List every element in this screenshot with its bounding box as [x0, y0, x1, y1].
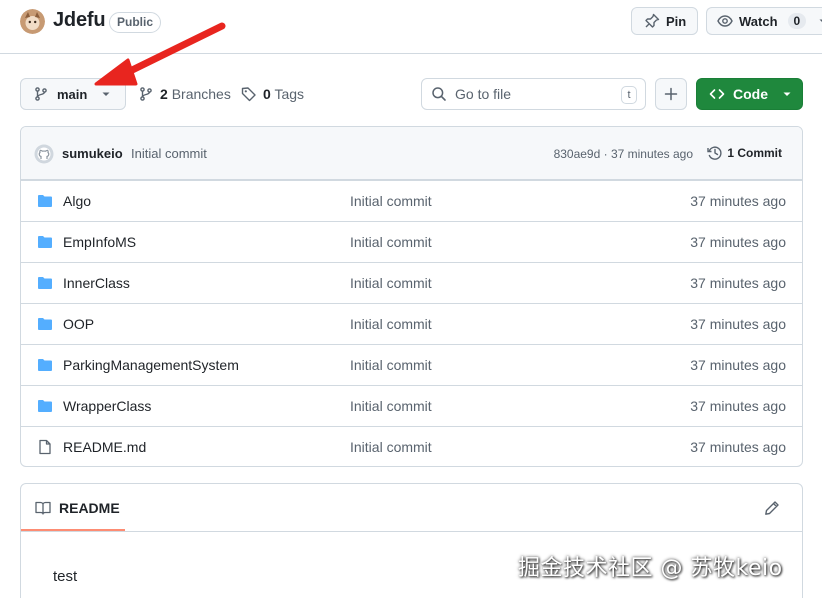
- file-commit-date: 37 minutes ago: [690, 234, 786, 250]
- eye-icon: [717, 13, 733, 29]
- tags-count: 0: [263, 86, 271, 102]
- tags-label: Tags: [274, 86, 305, 102]
- folder-icon: [37, 234, 53, 250]
- history-icon: [707, 145, 723, 161]
- branch-selector[interactable]: main: [20, 78, 126, 110]
- file-commit-message[interactable]: Initial commit: [350, 439, 432, 455]
- commit-count-label: 1 Commit: [727, 146, 782, 160]
- file-commit-date: 37 minutes ago: [690, 439, 786, 455]
- pin-icon: [644, 13, 660, 29]
- folder-icon: [37, 357, 53, 373]
- file-commit-message[interactable]: Initial commit: [350, 398, 432, 414]
- pin-label: Pin: [666, 13, 687, 29]
- file-name[interactable]: README.md: [63, 439, 146, 455]
- latest-commit-bar: sumukeio Initial commit 830ae9d · 37 min…: [21, 127, 802, 180]
- file-name[interactable]: InnerClass: [63, 275, 130, 291]
- commit-author-avatar[interactable]: [34, 144, 54, 164]
- file-row[interactable]: InnerClass Initial commit 37 minutes ago: [21, 262, 802, 303]
- folder-icon: [37, 193, 53, 209]
- owner-avatar[interactable]: [20, 9, 45, 34]
- git-branch-icon: [33, 86, 49, 102]
- header-divider: [0, 53, 822, 54]
- file-row[interactable]: README.md Initial commit 37 minutes ago: [21, 426, 802, 466]
- add-file-button[interactable]: [655, 78, 687, 110]
- file-commit-date: 37 minutes ago: [690, 193, 786, 209]
- file-row[interactable]: ParkingManagementSystem Initial commit 37 …: [21, 344, 802, 385]
- keyboard-shortcut-hint: t: [621, 86, 637, 104]
- watermark-text: 掘金技术社区 @ 苏牧keio: [518, 556, 783, 581]
- folder-icon: [37, 275, 53, 291]
- code-icon: [709, 86, 725, 102]
- commit-hash-and-time[interactable]: 830ae9d · 37 minutes ago: [554, 147, 693, 161]
- commit-author[interactable]: sumukeio: [62, 146, 123, 161]
- git-branch-icon: [138, 86, 154, 102]
- readme-divider: [21, 531, 802, 532]
- file-icon: [37, 439, 53, 455]
- file-name[interactable]: EmpInfoMS: [63, 234, 136, 250]
- tags-link[interactable]: 0 Tags: [241, 86, 304, 102]
- chevron-down-icon: [101, 89, 111, 99]
- watch-count: 0: [787, 13, 807, 29]
- file-row[interactable]: Algo Initial commit 37 minutes ago: [21, 180, 802, 221]
- file-commit-date: 37 minutes ago: [690, 275, 786, 291]
- file-name[interactable]: Algo: [63, 193, 91, 209]
- file-commit-date: 37 minutes ago: [690, 316, 786, 332]
- commit-message[interactable]: Initial commit: [131, 146, 207, 161]
- branch-name: main: [57, 86, 88, 102]
- file-commit-message[interactable]: Initial commit: [350, 316, 432, 332]
- readme-tab-label: README: [59, 500, 120, 516]
- pencil-icon[interactable]: [764, 500, 780, 516]
- visibility-badge: Public: [109, 12, 162, 33]
- file-commit-message[interactable]: Initial commit: [350, 234, 432, 250]
- folder-icon: [37, 316, 53, 332]
- chevron-down-icon[interactable]: [818, 16, 822, 26]
- branches-label: Branches: [171, 86, 231, 102]
- book-icon: [35, 500, 51, 516]
- go-to-file-input[interactable]: Go to file t: [421, 78, 646, 110]
- file-name[interactable]: OOP: [63, 316, 94, 332]
- file-row[interactable]: WrapperClass Initial commit 37 minutes ago: [21, 385, 802, 426]
- watch-label: Watch: [739, 13, 778, 29]
- code-button[interactable]: Code: [696, 78, 803, 110]
- file-commit-date: 37 minutes ago: [690, 398, 786, 414]
- folder-icon: [37, 398, 53, 414]
- file-commit-message[interactable]: Initial commit: [350, 193, 432, 209]
- chevron-down-icon: [782, 89, 792, 99]
- branches-link[interactable]: 2 Branches: [138, 86, 231, 102]
- repo-name[interactable]: Jdefu: [53, 9, 106, 32]
- file-commit-message[interactable]: Initial commit: [350, 357, 432, 373]
- file-browser: sumukeio Initial commit 830ae9d · 37 min…: [20, 126, 803, 467]
- file-row[interactable]: EmpInfoMS Initial commit 37 minutes ago: [21, 221, 802, 262]
- readme-content: test: [53, 568, 78, 585]
- code-label: Code: [733, 86, 768, 102]
- commit-history-link[interactable]: 1 Commit: [707, 145, 782, 161]
- plus-icon: [663, 86, 679, 102]
- branches-count: 2: [160, 86, 168, 102]
- watch-button[interactable]: Watch 0: [706, 7, 822, 35]
- file-commit-message[interactable]: Initial commit: [350, 275, 432, 291]
- file-row[interactable]: OOP Initial commit 37 minutes ago: [21, 303, 802, 344]
- file-name[interactable]: ParkingManagementSystem: [63, 357, 239, 373]
- readme-tab[interactable]: README: [35, 500, 120, 516]
- search-icon: [431, 86, 447, 102]
- pin-button[interactable]: Pin: [631, 7, 698, 35]
- tag-icon: [241, 86, 257, 102]
- go-to-file-placeholder: Go to file: [455, 86, 512, 102]
- file-name[interactable]: WrapperClass: [63, 398, 151, 414]
- file-commit-date: 37 minutes ago: [690, 357, 786, 373]
